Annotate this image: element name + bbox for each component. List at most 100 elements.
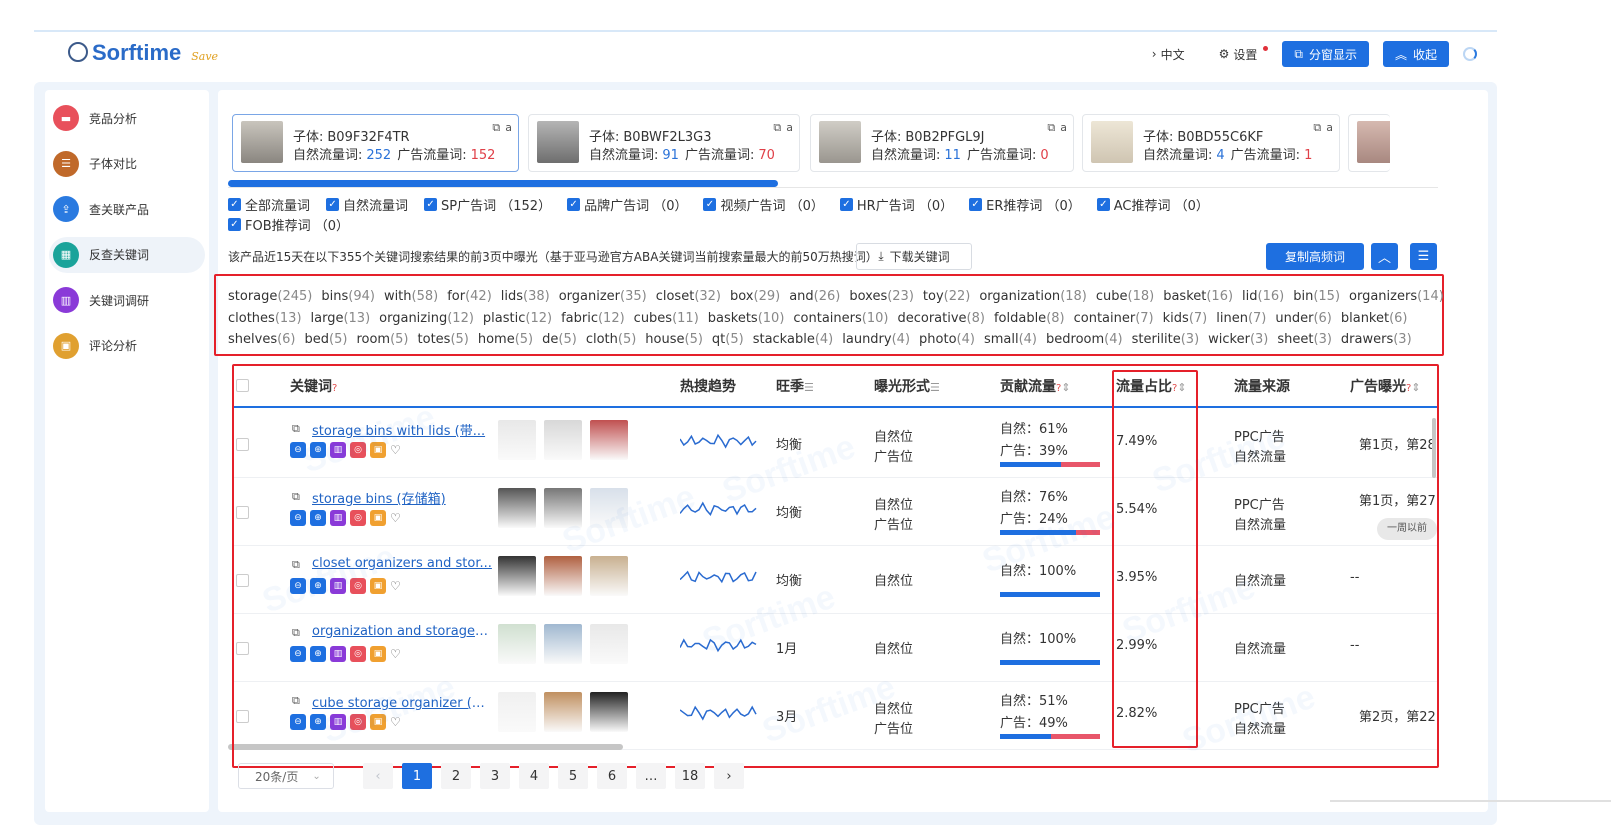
keyword-tool-icon[interactable]: ⊖ <box>290 646 306 662</box>
frequent-word[interactable]: organizing(12) <box>379 311 474 326</box>
row-checkbox[interactable] <box>236 642 249 655</box>
frequent-word[interactable]: laundry(4) <box>842 332 910 347</box>
sidebar-item[interactable]: ⇪ 查关联产品 <box>49 191 205 227</box>
product-card[interactable]: 子体: B0BWF2L3G3 自然流量词: 91 广告流量词: 70 ⧉ a <box>528 114 800 172</box>
language-switch[interactable]: › 中文 <box>1152 46 1185 63</box>
frequent-word[interactable]: totes(5) <box>418 332 469 347</box>
frequent-word[interactable]: large(13) <box>311 311 371 326</box>
frequent-word[interactable]: boxes(23) <box>849 289 914 304</box>
frequent-word[interactable]: organization(18) <box>979 289 1087 304</box>
frequent-word[interactable]: baskets(10) <box>708 311 785 326</box>
sort-icon[interactable]: ⇕ <box>1411 381 1420 394</box>
keyword-tool-icon[interactable]: ⊕ <box>310 510 326 526</box>
page-button[interactable]: … <box>636 763 666 789</box>
frequent-word[interactable]: shelves(6) <box>228 332 296 347</box>
product-card[interactable]: 子体: B09F32F4TR 自然流量词: 252 广告流量词: 152 ⧉ a <box>232 114 519 172</box>
row-checkbox[interactable] <box>236 438 249 451</box>
sidebar-item[interactable]: ☰ 子体对比 <box>49 146 205 182</box>
checkbox-checked-icon[interactable]: ✓ <box>969 198 983 211</box>
frequent-word[interactable]: wicker(3) <box>1208 332 1268 347</box>
frequent-word[interactable]: organizer(35) <box>559 289 647 304</box>
row-checkbox[interactable] <box>236 506 249 519</box>
checkbox-checked-icon[interactable]: ✓ <box>424 198 438 211</box>
frequent-word[interactable]: plastic(12) <box>483 311 552 326</box>
copy-icon[interactable]: ⧉ <box>292 422 300 436</box>
filter-icon[interactable]: ☰ <box>804 381 814 394</box>
col-season[interactable]: 旺季☰ <box>776 376 814 396</box>
frequent-word[interactable]: under(6) <box>1275 311 1332 326</box>
frequent-word[interactable]: for(42) <box>447 289 492 304</box>
frequent-word[interactable]: photo(4) <box>919 332 975 347</box>
sort-icon[interactable]: ⇕ <box>1061 381 1070 394</box>
help-icon[interactable]: ? <box>332 383 337 394</box>
frequent-word[interactable]: containers(10) <box>793 311 888 326</box>
filter-checkbox[interactable]: ✓ AC推荐词 （0） <box>1096 195 1209 214</box>
sidebar-item[interactable]: ▥ 关键词调研 <box>49 282 205 318</box>
frequent-word[interactable]: bins(94) <box>321 289 375 304</box>
frequent-word[interactable]: fabric(12) <box>561 311 625 326</box>
copy-icon[interactable]: ⧉ <box>1047 121 1055 135</box>
checkbox-checked-icon[interactable]: ✓ <box>567 198 581 211</box>
table-horizontal-scrollbar[interactable] <box>228 744 623 750</box>
keyword-tool-icon[interactable]: ▣ <box>370 646 386 662</box>
frequent-word[interactable]: cube(18) <box>1096 289 1154 304</box>
frequent-word[interactable]: container(7) <box>1074 311 1154 326</box>
frequent-word[interactable]: stackable(4) <box>753 332 834 347</box>
filter-checkbox[interactable]: ✓ SP广告词 （152） <box>424 195 551 214</box>
checkbox-checked-icon[interactable]: ✓ <box>326 198 340 211</box>
product-card[interactable]: 子体: B0B2PFGL9J 自然流量词: 11 广告流量词: 0 ⧉ a <box>810 114 1074 172</box>
frequent-word[interactable]: home(5) <box>478 332 533 347</box>
col-ad-exposure[interactable]: 广告曝光?⇕ <box>1350 376 1421 396</box>
frequent-word[interactable]: storage(245) <box>228 289 312 304</box>
col-traffic[interactable]: 贡献流量?⇕ <box>1000 376 1071 396</box>
page-button[interactable]: 3 <box>480 763 510 789</box>
product-card[interactable]: 子体: B0BD55C6KF 自然流量词: 4 广告流量词: 1 ⧉ a <box>1082 114 1340 172</box>
sort-icon[interactable]: ⇕ <box>1177 381 1186 394</box>
time-badge[interactable]: 一周以前 <box>1377 518 1437 540</box>
copy-frequent-words-button[interactable]: 复制高频词 <box>1266 243 1364 270</box>
copy-icon[interactable]: ⧉ <box>292 626 300 640</box>
settings-link[interactable]: ⚙ 设置 <box>1219 45 1269 63</box>
keyword-tool-icon[interactable]: ▥ <box>330 510 346 526</box>
keyword-tool-icon[interactable]: ◎ <box>350 646 366 662</box>
split-view-button[interactable]: ⧉ 分窗显示 <box>1282 41 1369 67</box>
filter-checkbox[interactable]: ✓ FOB推荐词 （0） <box>228 215 349 234</box>
frequent-word[interactable]: cloth(5) <box>586 332 636 347</box>
filter-checkbox[interactable]: ✓ ER推荐词 （0） <box>969 195 1081 214</box>
checkbox-checked-icon[interactable]: ✓ <box>228 198 241 211</box>
prev-page-button[interactable]: ‹ <box>363 763 393 789</box>
heart-icon[interactable]: ♡ <box>390 646 401 662</box>
row-checkbox[interactable] <box>236 710 249 723</box>
frequent-word[interactable]: bin(15) <box>1293 289 1340 304</box>
frequent-word[interactable]: and(26) <box>789 289 840 304</box>
frequent-word[interactable]: sterilite(3) <box>1132 332 1200 347</box>
page-button[interactable]: 1 <box>402 763 432 789</box>
sidebar-item[interactable]: ▣ 评论分析 <box>49 328 205 364</box>
keyword-tool-icon[interactable]: ◎ <box>350 510 366 526</box>
collapse-button[interactable]: ︽ 收起 <box>1382 41 1449 67</box>
frequent-word[interactable]: lid(16) <box>1242 289 1284 304</box>
col-exposure[interactable]: 曝光形式☰ <box>874 376 940 396</box>
keyword-link[interactable]: storage bins (存储箱) <box>312 488 492 507</box>
page-button[interactable]: 5 <box>558 763 588 789</box>
copy-icon[interactable]: ⧉ <box>1313 121 1321 135</box>
download-keywords-button[interactable]: ⤓ 下载关键词 <box>856 243 972 270</box>
filter-checkbox[interactable]: ✓ 自然流量词 <box>326 195 408 214</box>
frequent-word[interactable]: foldable(8) <box>994 311 1065 326</box>
checkbox-checked-icon[interactable]: ✓ <box>703 198 717 211</box>
page-button[interactable]: 18 <box>675 763 705 789</box>
table-vertical-scrollbar[interactable] <box>1432 418 1436 478</box>
copy-icon[interactable]: ⧉ <box>773 121 781 135</box>
amazon-icon[interactable]: a <box>786 121 793 135</box>
chevron-up-icon[interactable]: ︿ <box>1371 243 1398 270</box>
filter-checkbox[interactable]: ✓ HR广告词 （0） <box>839 195 953 214</box>
frequent-word[interactable]: clothes(13) <box>228 311 302 326</box>
frequent-word[interactable]: blanket(6) <box>1341 311 1408 326</box>
frequent-word[interactable]: with(58) <box>384 289 438 304</box>
keyword-tool-icon[interactable]: ⊖ <box>290 714 306 730</box>
frequent-word[interactable]: drawers(3) <box>1341 332 1412 347</box>
copy-icon[interactable]: ⧉ <box>292 490 300 504</box>
frequent-word[interactable]: house(5) <box>645 332 703 347</box>
keyword-tool-icon[interactable]: ▣ <box>370 510 386 526</box>
sidebar-item[interactable]: ▬ 竞品分析 <box>49 100 205 136</box>
